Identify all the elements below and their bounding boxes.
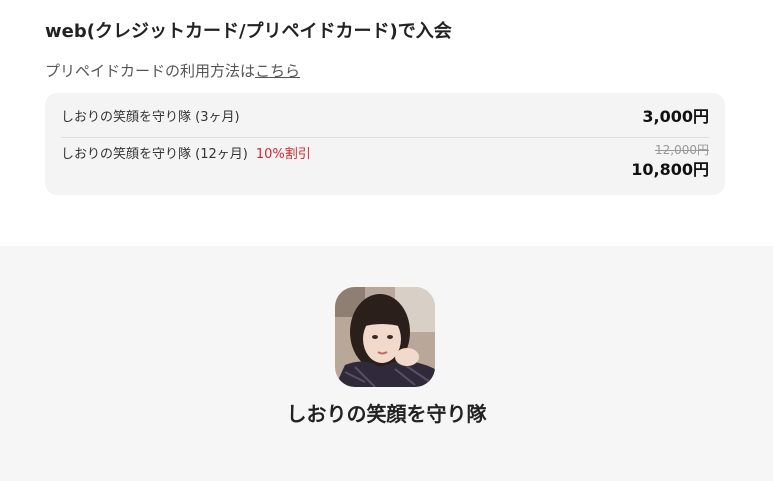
plan-name: しおりの笑顔を守り隊 (3ヶ月) — [61, 110, 240, 125]
original-price: 12,000円 — [655, 143, 709, 157]
plan-price: 3,000円 — [642, 107, 709, 126]
join-title: web(クレジットカード/プリペイドカード)で入会 — [45, 21, 452, 42]
prepaid-note: プリペイドカードの利用方法はこちら — [45, 61, 300, 81]
plan-option-3-months[interactable]: しおりの笑顔を守り隊 (3ヶ月) 3,000円 — [61, 93, 709, 138]
prepaid-note-text: プリペイドカードの利用方法は — [45, 62, 256, 80]
plan-name: しおりの笑顔を守り隊 (12ヶ月) 10%割引 — [61, 146, 311, 164]
prepaid-help-link[interactable]: こちら — [255, 62, 300, 80]
fanclub-profile: しおりの笑顔を守り隊 — [0, 246, 773, 481]
plan-name-text: しおりの笑顔を守り隊 (12ヶ月) — [61, 147, 248, 162]
plan-list: しおりの笑顔を守り隊 (3ヶ月) 3,000円 しおりの笑顔を守り隊 (12ヶ月… — [45, 93, 725, 195]
join-section: web(クレジットカード/プリペイドカード)で入会 プリペイドカードの利用方法は… — [0, 0, 773, 246]
profile-photo-icon — [335, 287, 435, 387]
fanclub-avatar-image — [335, 287, 435, 387]
plan-price: 10,800円 — [631, 160, 709, 179]
discount-badge: 10%割引 — [255, 147, 311, 162]
fanclub-name: しおりの笑顔を守り隊 — [286, 402, 487, 426]
plan-option-12-months[interactable]: しおりの笑顔を守り隊 (12ヶ月) 10%割引 12,000円 10,800円 — [61, 138, 709, 195]
